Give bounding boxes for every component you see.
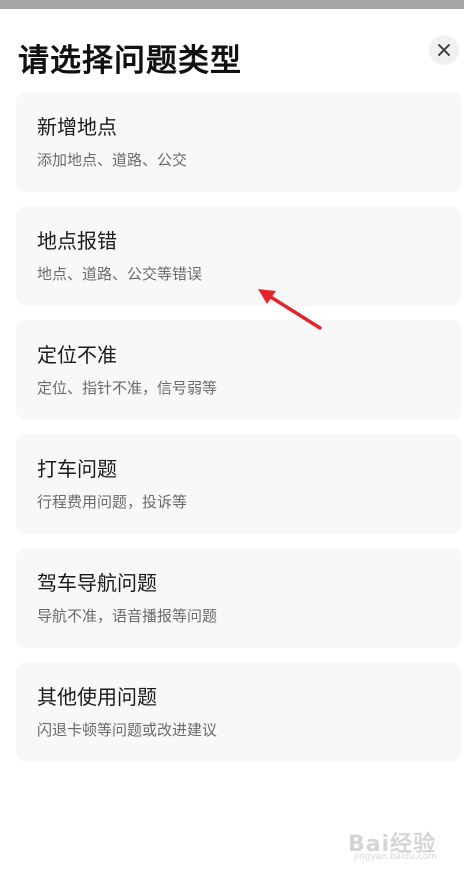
list-item-other-issues[interactable]: 其他使用问题 闪退卡顿等问题或改进建议	[16, 662, 462, 762]
list-item-place-error[interactable]: 地点报错 地点、道路、公交等错误	[16, 206, 462, 306]
sheet-title: 请选择问题类型	[18, 43, 242, 79]
item-subtitle: 添加地点、道路、公交	[37, 151, 188, 169]
item-subtitle: 行程费用问题，投诉等	[37, 493, 188, 511]
watermark-subtext: jingyan.baidu.com	[354, 852, 438, 862]
status-bar-strip	[0, 0, 464, 9]
list-item-driving-navigation[interactable]: 驾车导航问题 导航不准，语音播报等问题	[16, 548, 462, 648]
list-item-new-place[interactable]: 新增地点 添加地点、道路、公交	[16, 92, 462, 192]
close-icon	[438, 44, 450, 56]
item-title: 其他使用问题	[37, 685, 157, 709]
watermark-logo: Bai经验 jingyan.baidu.com	[344, 822, 444, 862]
item-subtitle: 定位、指针不准，信号弱等	[37, 379, 218, 397]
item-title: 定位不准	[37, 343, 117, 367]
item-title: 打车问题	[37, 457, 117, 481]
list-item-taxi-issue[interactable]: 打车问题 行程费用问题，投诉等	[16, 434, 462, 534]
item-title: 新增地点	[37, 115, 117, 139]
item-title: 地点报错	[37, 229, 117, 253]
item-subtitle: 闪退卡顿等问题或改进建议	[37, 721, 218, 739]
problem-type-list: 新增地点 添加地点、道路、公交 地点报错 地点、道路、公交等错误 定位不准 定位…	[16, 92, 462, 776]
item-subtitle: 地点、道路、公交等错误	[37, 265, 203, 283]
item-title: 驾车导航问题	[37, 571, 157, 595]
item-subtitle: 导航不准，语音播报等问题	[37, 607, 218, 625]
annotation-arrow-icon	[258, 289, 322, 330]
close-button[interactable]	[429, 35, 459, 65]
list-item-inaccurate-location[interactable]: 定位不准 定位、指针不准，信号弱等	[16, 320, 462, 420]
